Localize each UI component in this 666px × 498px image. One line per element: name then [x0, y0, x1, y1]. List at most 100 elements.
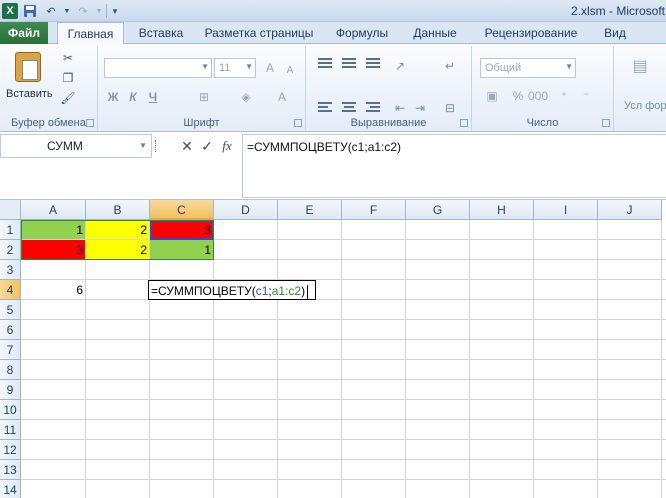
- align-right-icon[interactable]: [366, 102, 382, 116]
- cell-a1[interactable]: 1: [21, 220, 86, 240]
- undo-icon[interactable]: ↶: [42, 2, 60, 20]
- tab-file[interactable]: Файл: [0, 22, 48, 44]
- save-icon[interactable]: [21, 2, 39, 20]
- column-header-f[interactable]: F: [342, 200, 406, 220]
- currency-icon[interactable]: ▣: [484, 88, 500, 104]
- cancel-icon[interactable]: ✕: [178, 136, 196, 156]
- redo-icon[interactable]: ↷: [74, 2, 92, 20]
- chevron-down-icon: ▼: [245, 62, 253, 71]
- column-header-b[interactable]: B: [86, 200, 150, 220]
- increase-indent-icon[interactable]: ⇥: [412, 100, 428, 116]
- tab-review[interactable]: Рецензирование: [476, 22, 586, 44]
- copy-icon[interactable]: ❐: [60, 70, 76, 86]
- orientation-icon[interactable]: ↗: [392, 58, 408, 74]
- underline-button[interactable]: Ч: [144, 88, 162, 106]
- column-header-e[interactable]: E: [278, 200, 342, 220]
- tab-insert[interactable]: Вставка: [132, 22, 190, 44]
- decrease-decimal-icon[interactable]: ⁻: [578, 88, 594, 104]
- row-header-2[interactable]: 2: [0, 240, 21, 260]
- align-top-icon[interactable]: [318, 58, 334, 72]
- fill-color-icon[interactable]: ◈: [238, 89, 254, 105]
- enter-icon[interactable]: ✓: [198, 136, 216, 156]
- column-header-j[interactable]: J: [598, 200, 662, 220]
- wrap-text-icon[interactable]: ↵: [442, 58, 458, 74]
- merge-cells-icon[interactable]: ⊟: [442, 100, 458, 116]
- tab-home[interactable]: Главная: [57, 22, 124, 45]
- undo-dropdown-icon[interactable]: ▼: [63, 2, 71, 20]
- row-header-13[interactable]: 13: [0, 460, 21, 480]
- align-middle-icon[interactable]: [342, 58, 358, 72]
- comma-style-icon[interactable]: 000: [528, 88, 548, 104]
- cell-b2[interactable]: 2: [86, 240, 150, 260]
- tab-data[interactable]: Данные: [406, 22, 464, 44]
- row-header-10[interactable]: 10: [0, 400, 21, 420]
- tab-formulas[interactable]: Формулы: [330, 22, 394, 44]
- column-header-d[interactable]: D: [214, 200, 278, 220]
- column-header-h[interactable]: H: [470, 200, 534, 220]
- align-left-icon[interactable]: [318, 102, 334, 116]
- font-name-select[interactable]: ▼: [104, 58, 212, 78]
- cell-a2[interactable]: 3: [21, 240, 86, 260]
- percent-icon[interactable]: %: [510, 88, 526, 104]
- conditional-formatting-icon[interactable]: ▤: [632, 58, 648, 75]
- cell-c4-editor[interactable]: =СУММПОЦВЕТУ(c1;a1:c2): [148, 280, 316, 300]
- column-header-i[interactable]: I: [534, 200, 598, 220]
- number-format-select[interactable]: Общий ▼: [480, 58, 576, 78]
- formula-input[interactable]: =СУММПОЦВЕТУ(c1;a1:c2): [242, 134, 666, 198]
- italic-button[interactable]: К: [124, 88, 142, 106]
- shrink-font-icon[interactable]: A: [282, 62, 298, 78]
- borders-icon[interactable]: ⊞: [196, 89, 212, 105]
- paste-button[interactable]: Вставить: [6, 50, 53, 108]
- align-bottom-icon[interactable]: [366, 58, 382, 72]
- font-color-icon[interactable]: A: [274, 89, 290, 105]
- row-header-4[interactable]: 4: [0, 280, 21, 300]
- worksheet-grid[interactable]: A B C D E F G H I J 1 2 3 4 5 6 7 8 9 10…: [0, 200, 666, 498]
- title-bar: X ↶ ▼ ↷ ▼ ▾ 2.xlsm - Microsoft: [0, 0, 666, 22]
- row-header-3[interactable]: 3: [0, 260, 21, 280]
- decrease-indent-icon[interactable]: ⇤: [392, 100, 408, 116]
- name-box[interactable]: СУММ ▼: [0, 134, 152, 158]
- cell-c1[interactable]: 3: [150, 220, 214, 240]
- row-header-14[interactable]: 14: [0, 480, 21, 498]
- increase-decimal-icon[interactable]: ⁺: [556, 88, 572, 104]
- grow-font-icon[interactable]: A: [262, 60, 278, 76]
- format-painter-icon[interactable]: 🖌: [60, 90, 76, 106]
- excel-logo-icon[interactable]: X: [2, 3, 18, 19]
- formula-bar-grip[interactable]: [155, 140, 158, 152]
- clipboard-launcher-icon[interactable]: [86, 119, 94, 127]
- number-launcher-icon[interactable]: [602, 119, 610, 127]
- row-header-6[interactable]: 6: [0, 320, 21, 340]
- cell-a4[interactable]: 6: [21, 280, 86, 300]
- insert-function-icon[interactable]: fx: [218, 136, 236, 156]
- font-launcher-icon[interactable]: [294, 119, 302, 127]
- redo-dropdown-icon[interactable]: ▼: [95, 2, 103, 20]
- cut-icon[interactable]: ✂: [60, 50, 76, 66]
- align-center-icon[interactable]: [342, 102, 358, 116]
- customize-qat-icon[interactable]: ▾: [110, 2, 120, 20]
- paste-icon: [15, 52, 41, 82]
- row-header-7[interactable]: 7: [0, 340, 21, 360]
- column-header-c[interactable]: C: [150, 200, 214, 220]
- select-all-button[interactable]: [0, 200, 21, 220]
- row-header-9[interactable]: 9: [0, 380, 21, 400]
- font-size-select[interactable]: 11 ▼: [214, 58, 256, 78]
- font-size-value: 11: [219, 62, 231, 74]
- row-header-1[interactable]: 1: [0, 220, 21, 240]
- tab-page-layout[interactable]: Разметка страницы: [200, 22, 318, 44]
- gridline-horizontal: [21, 419, 666, 420]
- chevron-down-icon: ▼: [201, 62, 209, 71]
- alignment-launcher-icon[interactable]: [460, 119, 468, 127]
- column-header-g[interactable]: G: [406, 200, 470, 220]
- cell-b1[interactable]: 2: [86, 220, 150, 240]
- row-header-11[interactable]: 11: [0, 420, 21, 440]
- bold-button[interactable]: Ж: [104, 88, 122, 106]
- tab-view[interactable]: Вид: [598, 22, 632, 44]
- row-header-12[interactable]: 12: [0, 440, 21, 460]
- chevron-down-icon: ▼: [565, 62, 573, 71]
- cell-c2[interactable]: 1: [150, 240, 214, 260]
- alignment-group-label: Выравнивание: [350, 117, 427, 129]
- row-header-8[interactable]: 8: [0, 360, 21, 380]
- row-header-5[interactable]: 5: [0, 300, 21, 320]
- column-header-a[interactable]: A: [21, 200, 86, 220]
- gridline-horizontal: [21, 439, 666, 440]
